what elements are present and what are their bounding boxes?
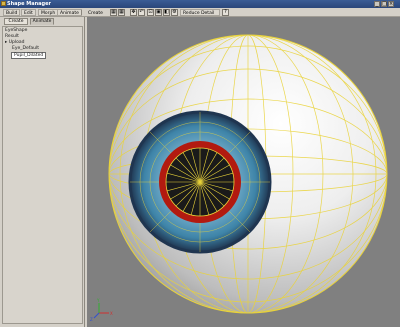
create-label: Create	[88, 11, 103, 16]
morph-button[interactable]: Morph	[38, 9, 59, 16]
viewport-canvas: X Y Z	[90, 34, 388, 322]
camera-icon[interactable]: ▣	[155, 9, 162, 16]
minimize-button[interactable]: _	[374, 1, 380, 7]
tab-create[interactable]: Create	[4, 18, 28, 25]
tab-animate[interactable]: Animate	[30, 18, 54, 25]
axis-y-label: Y	[96, 298, 100, 303]
edit-button[interactable]: Edit	[21, 9, 36, 16]
lock-icon[interactable]: ⊡	[147, 9, 154, 16]
transform-icon[interactable]: ✥	[130, 9, 137, 16]
title-bar: Shape Manager _ □ ×	[0, 0, 400, 8]
reduce-detail-dropdown[interactable]: Reduce Detail	[180, 9, 220, 16]
shape-panel: Create Animate EyeShape Result ▸ Upload …	[0, 17, 85, 327]
window-title: Shape Manager	[7, 1, 51, 7]
axis-z-label: Z	[90, 317, 93, 322]
app-icon	[1, 1, 6, 6]
3d-viewport[interactable]: X Y Z	[87, 17, 400, 327]
axis-gizmo: X Y Z	[90, 298, 113, 322]
grid-icon[interactable]: ▦	[110, 9, 117, 16]
help-button[interactable]: ?	[222, 9, 229, 16]
animate-button[interactable]: Animate	[57, 9, 82, 16]
display-icon[interactable]: ◧	[163, 9, 170, 16]
tree-item-upload-label: Upload	[8, 40, 25, 45]
maximize-button[interactable]: □	[381, 1, 387, 7]
axis-z-line	[93, 312, 100, 319]
grid-dense-icon[interactable]: ▦	[118, 9, 125, 16]
toolbar: Build Edit Morph Animate Create ▦ ▦ ✥ ↶ …	[0, 8, 400, 17]
toolbar-separator	[81, 10, 82, 15]
shape-tree: EyeShape Result ▸ Upload Eye_Default Pup…	[2, 26, 83, 324]
close-button[interactable]: ×	[388, 1, 394, 7]
undo-icon[interactable]: ↶	[138, 9, 145, 16]
tree-item-pupil-dilated[interactable]: Pupil_Dilated	[11, 52, 47, 59]
axis-x-label: X	[110, 311, 113, 316]
build-button[interactable]: Build	[3, 9, 21, 16]
settings-icon[interactable]: ⚙	[171, 9, 178, 16]
expand-icon[interactable]: ▸	[5, 40, 7, 45]
